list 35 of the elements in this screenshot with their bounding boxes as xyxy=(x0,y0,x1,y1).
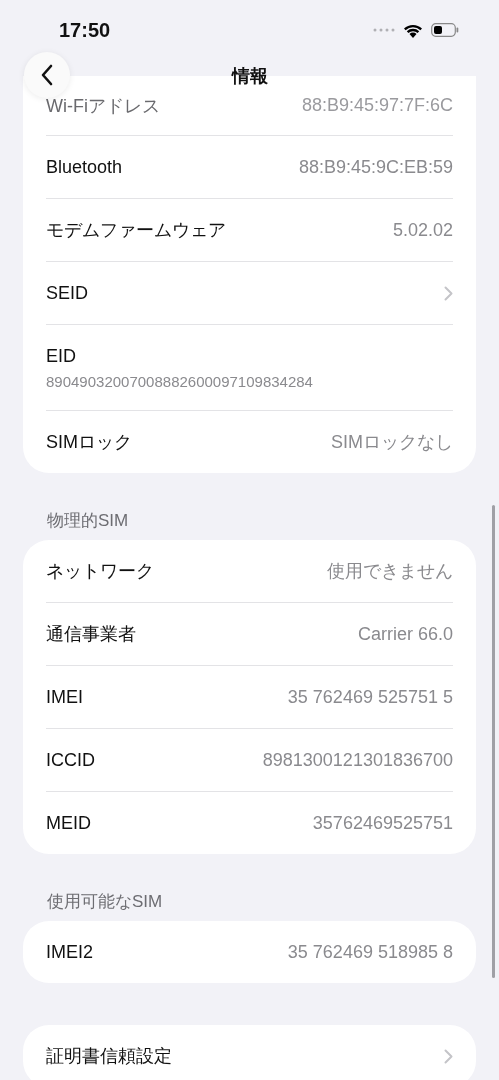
row-label: ネットワーク xyxy=(46,560,154,583)
row-label: モデムファームウェア xyxy=(46,219,226,242)
nav-title: 情報 xyxy=(231,65,268,88)
chevron-icon xyxy=(444,1048,453,1064)
row-value: 88:B9:45:97:7F:6C xyxy=(301,95,453,116)
back-button[interactable] xyxy=(24,52,70,98)
row-label[interactable]: SEID xyxy=(46,282,88,304)
status-time: 17:50 xyxy=(59,18,111,42)
row-label: ICCID xyxy=(46,749,95,771)
row-value: SIMロックなし xyxy=(331,431,453,454)
wifi-icon xyxy=(403,22,423,38)
chevron-icon xyxy=(444,285,453,301)
section-header: 使用可能なSIM xyxy=(46,891,164,913)
row-value: 89049032007008882600097109834284 xyxy=(46,372,313,390)
row-label: MEID xyxy=(46,812,91,834)
row-label: SIMロック xyxy=(46,431,132,454)
row-label: 通信事業者 xyxy=(46,623,136,646)
row-value: Carrier 66.0 xyxy=(357,623,453,645)
row-value: 35 762469 525751 5 xyxy=(287,686,453,708)
signal-dots-icon xyxy=(373,28,395,32)
row-label: EID xyxy=(46,345,76,367)
row-label: IMEI2 xyxy=(46,941,93,963)
row-value: 88:B9:45:9C:EB:59 xyxy=(298,156,453,178)
row-label: Wi-Fiアドレス xyxy=(46,94,160,118)
section-header: 物理的SIM xyxy=(46,510,130,532)
row-value: 8981300121301836700 xyxy=(262,749,453,771)
row-value: 35 762469 518985 8 xyxy=(287,941,453,963)
row-label: Bluetooth xyxy=(46,156,123,178)
row-label[interactable]: 証明書信頼設定 xyxy=(46,1044,172,1068)
row-value: 35762469525751 xyxy=(312,812,453,834)
row-value: 5.02.02 xyxy=(392,219,453,241)
back-icon xyxy=(40,64,54,86)
battery-icon xyxy=(431,23,459,37)
row-label: IMEI xyxy=(46,686,83,708)
row-value: 使用できません xyxy=(327,560,453,583)
